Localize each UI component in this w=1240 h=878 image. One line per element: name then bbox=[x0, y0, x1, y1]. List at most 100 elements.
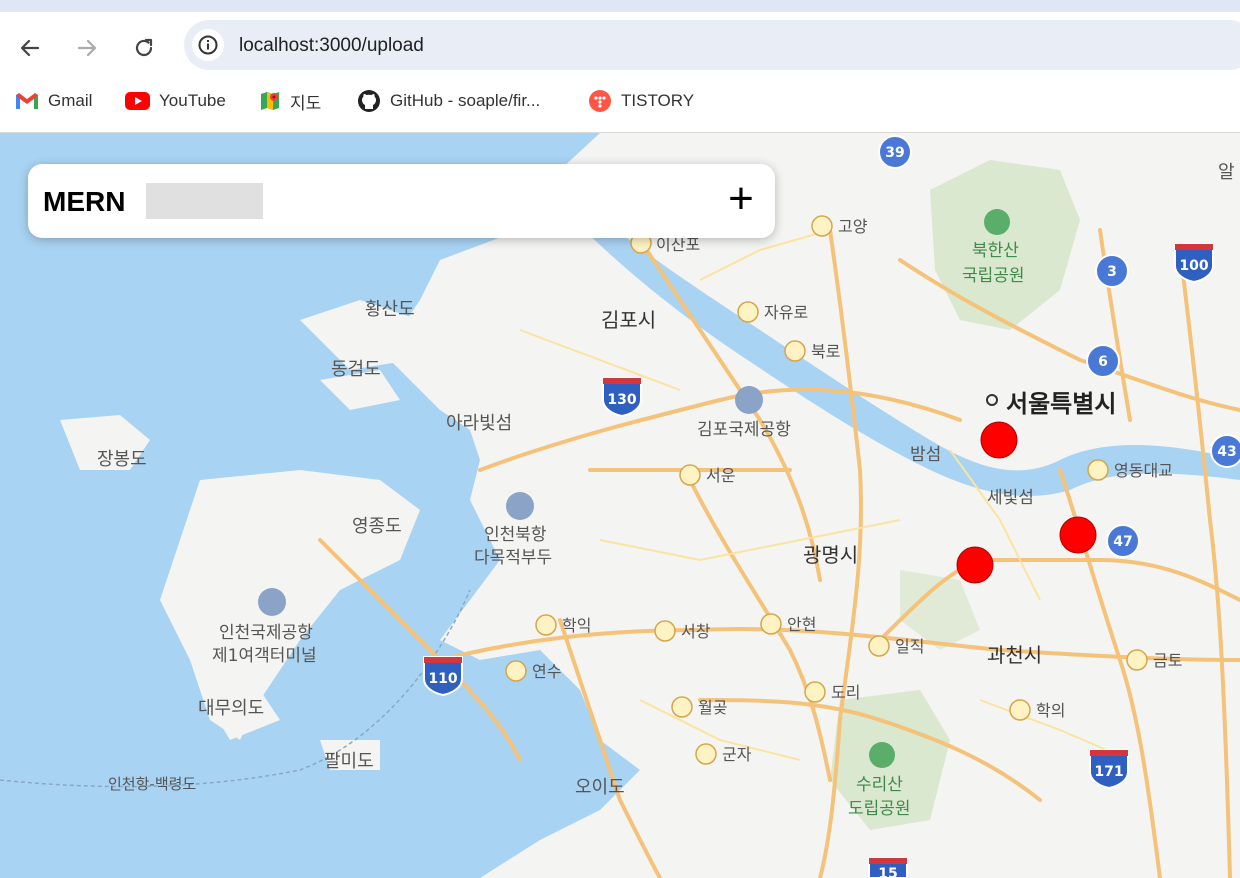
bookmark-maps[interactable]: 지도 bbox=[259, 90, 322, 113]
location-marker[interactable] bbox=[1059, 516, 1097, 554]
bookmark-gmail[interactable]: Gmail bbox=[15, 90, 92, 112]
bookmark-tistory[interactable]: TISTORY bbox=[588, 90, 694, 112]
airport-icon bbox=[258, 588, 286, 616]
highway-shield: 15 bbox=[868, 857, 908, 878]
junction-icon bbox=[868, 635, 890, 657]
park-icon bbox=[869, 742, 895, 768]
back-arrow-icon bbox=[20, 39, 40, 57]
browser-toolbar: localhost:3000/upload bbox=[0, 12, 1240, 82]
location-marker[interactable] bbox=[956, 546, 994, 584]
junction-icon bbox=[1126, 649, 1148, 671]
map-label: 김포시 bbox=[601, 308, 656, 332]
highway-shield: 47 bbox=[1106, 524, 1140, 558]
svg-text:130: 130 bbox=[607, 392, 636, 408]
junction-icon bbox=[679, 464, 701, 486]
map-label: 밤섬 bbox=[910, 445, 941, 465]
bookmark-label: Gmail bbox=[48, 91, 93, 110]
map-label: 일직 bbox=[895, 637, 924, 656]
junction-icon bbox=[760, 613, 782, 635]
svg-text:47: 47 bbox=[1113, 534, 1132, 550]
map-label: 인천항-백령도 bbox=[108, 775, 196, 793]
map-label: 학의 bbox=[1036, 701, 1065, 720]
map-label: 학익 bbox=[562, 616, 591, 635]
map-label: 황산도 bbox=[365, 299, 415, 320]
map-label: 과천시 bbox=[987, 643, 1042, 667]
forward-arrow-icon bbox=[77, 39, 97, 57]
reload-button[interactable] bbox=[127, 31, 161, 65]
map-label: 대무의도 bbox=[198, 698, 264, 719]
bookmark-github[interactable]: GitHub - soaple/fir... bbox=[357, 90, 540, 112]
map-label: 아라빛섬 bbox=[446, 413, 512, 434]
bookmark-label: YouTube bbox=[159, 91, 226, 110]
map-label: 연수 bbox=[532, 662, 561, 681]
map-label: 동검도 bbox=[331, 359, 381, 380]
map-label: 다목적부두 bbox=[474, 548, 552, 568]
map-label: 서울특별시 bbox=[1006, 390, 1116, 418]
map-view[interactable]: 39 130 110 100 3 6 43 47 171 15 김포시 서울특별… bbox=[0, 133, 1240, 878]
svg-text:110: 110 bbox=[428, 671, 457, 687]
bookmarks-bar: Gmail YouTube 지도 GitHub - soaple/fir... … bbox=[0, 82, 1240, 133]
map-label: 영종도 bbox=[352, 516, 402, 537]
highway-shield: 100 bbox=[1174, 243, 1214, 284]
map-label: 도리 bbox=[831, 683, 860, 702]
map-label: 월곶 bbox=[698, 698, 727, 717]
map-label: 인천국제공항 bbox=[219, 623, 313, 643]
junction-icon bbox=[695, 743, 717, 765]
map-label: 북로 bbox=[811, 342, 840, 361]
highway-shield: 6 bbox=[1086, 344, 1120, 378]
reload-icon bbox=[135, 38, 153, 57]
highway-shield: 3 bbox=[1095, 254, 1129, 288]
map-label: 안현 bbox=[787, 615, 816, 634]
map-label: 알 bbox=[1218, 162, 1235, 183]
map-label: 인천북항 bbox=[484, 525, 547, 545]
map-label: 서운 bbox=[706, 466, 735, 485]
highway-shield: 39 bbox=[878, 135, 912, 169]
svg-text:6: 6 bbox=[1098, 354, 1108, 370]
bookmark-label: 지도 bbox=[290, 93, 322, 113]
junction-icon bbox=[811, 215, 833, 237]
bookmark-label: TISTORY bbox=[621, 91, 695, 110]
map-label: 금토 bbox=[1153, 651, 1182, 670]
url-text[interactable]: localhost:3000/upload bbox=[239, 35, 424, 57]
site-info-button[interactable] bbox=[192, 29, 224, 61]
junction-icon bbox=[535, 614, 557, 636]
map-label: 세빛섬 bbox=[987, 488, 1034, 508]
map-label: 북한산 bbox=[972, 241, 1019, 261]
junction-icon bbox=[671, 696, 693, 718]
map-label: 오이도 bbox=[575, 777, 625, 798]
highway-shield: 130 bbox=[602, 377, 642, 418]
add-button[interactable]: + bbox=[721, 176, 761, 222]
bookmark-youtube[interactable]: YouTube bbox=[125, 90, 226, 112]
map-label: 제1여객터미널 bbox=[212, 646, 317, 666]
google-maps-icon bbox=[259, 90, 281, 112]
junction-icon bbox=[784, 340, 806, 362]
map-label: 국립공원 bbox=[962, 266, 1025, 286]
airport-icon bbox=[735, 386, 763, 414]
location-marker[interactable] bbox=[980, 421, 1018, 459]
app-title: MERN bbox=[43, 186, 126, 217]
svg-text:3: 3 bbox=[1107, 264, 1117, 280]
park-icon bbox=[984, 209, 1010, 235]
map-label: 광명시 bbox=[803, 543, 858, 567]
map-label: 군자 bbox=[722, 745, 752, 764]
map-label: 장봉도 bbox=[97, 449, 147, 470]
junction-icon bbox=[1009, 699, 1031, 721]
svg-text:43: 43 bbox=[1217, 444, 1236, 460]
address-bar[interactable]: localhost:3000/upload bbox=[184, 20, 1240, 70]
youtube-icon bbox=[125, 92, 150, 110]
map-label: 팔미도 bbox=[324, 751, 374, 772]
forward-button[interactable] bbox=[70, 31, 104, 65]
map-canvas[interactable]: 39 130 110 100 3 6 43 47 171 15 김포시 서울특별… bbox=[0, 133, 1240, 878]
map-label: 김포국제공항 bbox=[697, 420, 791, 440]
back-button[interactable] bbox=[13, 31, 47, 65]
title-placeholder-box bbox=[146, 183, 263, 219]
github-icon bbox=[357, 89, 381, 113]
svg-text:15: 15 bbox=[878, 866, 897, 878]
junction-icon bbox=[654, 620, 676, 642]
tistory-icon bbox=[588, 89, 612, 113]
junction-icon bbox=[737, 301, 759, 323]
svg-text:171: 171 bbox=[1094, 764, 1123, 780]
highway-shield: 171 bbox=[1089, 749, 1129, 790]
map-label: 서창 bbox=[681, 622, 711, 641]
map-label: 수리산 bbox=[856, 775, 903, 795]
